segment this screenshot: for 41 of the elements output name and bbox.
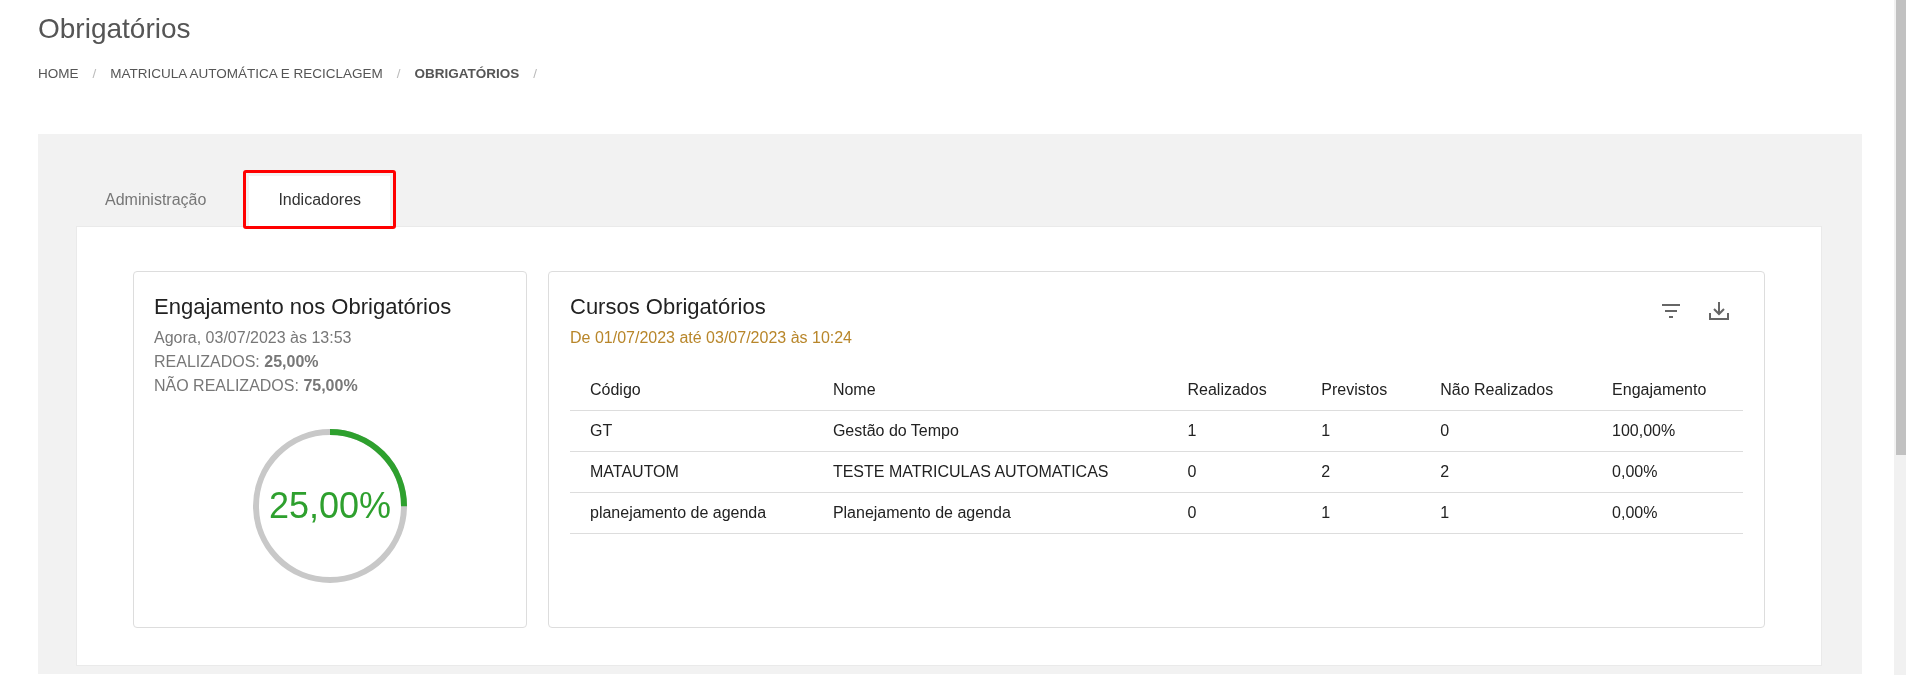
card-title: Cursos Obrigatórios (570, 293, 767, 321)
table-cell: 1 (1420, 492, 1593, 534)
table-cell: 100,00% (1592, 410, 1743, 452)
table-cell: 0 (1420, 410, 1593, 452)
table-cell: 1 (1167, 410, 1302, 452)
breadcrumb-link[interactable]: MATRICULA AUTOMÁTICA E RECICLAGEM (110, 63, 383, 84)
card-title: Engajamento nos Obrigatórios (154, 293, 453, 321)
column-header: Código (570, 370, 813, 411)
breadcrumb-link[interactable]: HOME (38, 63, 79, 84)
table-cell: GT (570, 410, 813, 452)
column-header: Previstos (1301, 370, 1421, 411)
tab[interactable]: Administração (76, 175, 236, 226)
table-cell: Planejamento de agenda (812, 492, 1168, 534)
table-cell: Gestão do Tempo (812, 410, 1168, 452)
table-cell: planejamento de agenda (570, 492, 813, 534)
scrollbar[interactable] (1894, 0, 1906, 675)
table-cell: 1 (1301, 410, 1421, 452)
table-cell: 2 (1301, 451, 1421, 493)
progress-value: 25,00% (268, 484, 392, 529)
tab[interactable]: Indicadores (249, 175, 391, 226)
stat-line: NÃO REALIZADOS: 75,00% (154, 375, 359, 397)
breadcrumb-separator: / (92, 64, 97, 83)
table-cell: 2 (1420, 451, 1593, 493)
column-header: Não Realizados (1420, 370, 1593, 411)
page-title: Obrigatórios (38, 12, 192, 46)
table-cell: TESTE MATRICULAS AUTOMATICAS (812, 451, 1168, 493)
timestamp: Agora, 03/07/2023 às 13:53 (154, 328, 353, 349)
column-header: Realizados (1167, 370, 1302, 411)
breadcrumb-current: OBRIGATÓRIOS (414, 64, 520, 83)
breadcrumb-separator: / (533, 64, 538, 83)
table-cell: MATAUTOM (570, 451, 813, 493)
table-cell: 0 (1167, 492, 1302, 534)
date-range: De 01/07/2023 até 03/07/2023 às 10:24 (570, 328, 852, 349)
table-cell: 0,00% (1592, 451, 1743, 493)
table-cell: 0 (1167, 451, 1302, 493)
column-header: Nome (812, 370, 1168, 411)
breadcrumb-separator: / (396, 64, 401, 83)
column-header: Engajamento (1592, 370, 1743, 411)
table-cell: 1 (1301, 492, 1421, 534)
table-cell: 0,00% (1592, 492, 1743, 534)
stat-line: REALIZADOS: 25,00% (154, 352, 320, 373)
